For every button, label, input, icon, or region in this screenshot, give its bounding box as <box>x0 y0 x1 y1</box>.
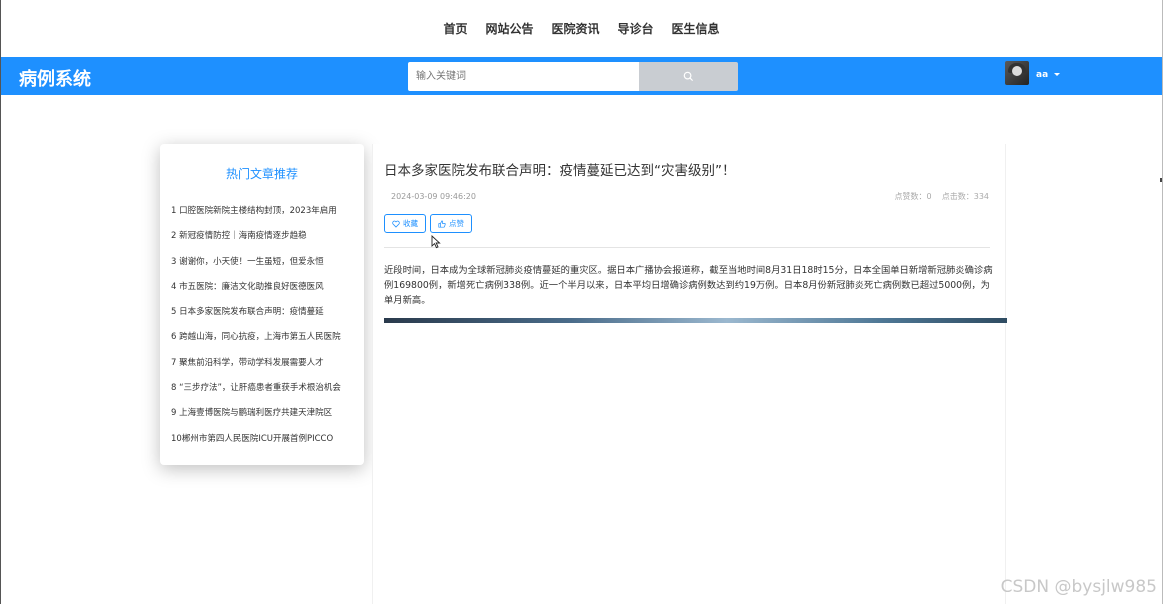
list-item[interactable]: 4 市五医院：廉洁文化助推良好医德医风 <box>171 280 351 305</box>
hot-articles-list: 1 口腔医院新院主楼结构封顶，2023年启用 2 新冠疫情防控｜海南疫情逐步趋稳… <box>171 204 351 457</box>
avatar[interactable] <box>1005 61 1029 85</box>
list-item[interactable]: 8 “三步疗法”，让肝癌患者重获手术根治机会 <box>171 381 351 406</box>
search-button[interactable] <box>639 62 738 91</box>
list-item[interactable]: 6 跨越山海，同心抗疫，上海市第五人民医院 <box>171 330 351 355</box>
nav-item-doctor-info[interactable]: 医生信息 <box>663 20 729 37</box>
article-actions: 收藏 点赞 <box>384 214 472 233</box>
header-bar: 病例系统 aa <box>1 57 1162 95</box>
mouse-cursor-icon <box>431 235 441 249</box>
scrollbar-mark <box>1160 178 1162 182</box>
list-item[interactable]: 3 谢谢你，小天使！一生虽短，但爱永恒 <box>171 255 351 280</box>
hot-articles-card: 热门文章推荐 1 口腔医院新院主楼结构封顶，2023年启用 2 新冠疫情防控｜海… <box>160 144 364 465</box>
divider <box>384 247 990 248</box>
article-date: 2024-03-09 09:46:20 <box>391 192 476 201</box>
list-item[interactable]: 9 上海壹博医院与鹏瑞利医疗共建天津院区 <box>171 406 351 431</box>
like-label: 点赞 <box>449 219 464 228</box>
site-logo[interactable]: 病例系统 <box>19 65 91 91</box>
chevron-down-icon[interactable] <box>1054 73 1060 76</box>
article-body: 近段时间，日本成为全球新冠肺炎疫情蔓延的重灾区。据日本广播协会报道称，截至当地时… <box>384 265 993 306</box>
article-panel: 日本多家医院发布联合声明：疫情蔓延已达到“灾害级别”！ 2024-03-09 0… <box>372 144 1007 604</box>
nav-item-guide-desk[interactable]: 导诊台 <box>609 20 663 37</box>
list-item[interactable]: 10郴州市第四人民医院ICU开展首例PICCO <box>171 432 351 457</box>
list-item[interactable]: 7 聚焦前沿科学，带动学科发展需要人才 <box>171 356 351 381</box>
list-item[interactable]: 2 新冠疫情防控｜海南疫情逐步趋稳 <box>171 229 351 254</box>
list-item[interactable]: 1 口腔医院新院主楼结构封顶，2023年启用 <box>171 204 351 229</box>
hot-articles-title: 热门文章推荐 <box>225 167 298 181</box>
nav-item-hospital-news[interactable]: 医院资讯 <box>542 20 608 37</box>
nav-item-home[interactable]: 首页 <box>434 20 476 37</box>
search-icon <box>683 71 694 82</box>
page: 首页 网站公告 医院资讯 导诊台 医生信息 病例系统 aa 热门文章推荐 1 口… <box>0 0 1163 604</box>
heart-icon <box>392 220 400 228</box>
watermark: CSDN @bysjlw985 <box>1000 577 1157 597</box>
favorite-button[interactable]: 收藏 <box>384 214 426 233</box>
list-item[interactable]: 5 日本多家医院发布联合声明：疫情蔓延 <box>171 305 351 330</box>
thumbs-up-icon <box>438 219 446 228</box>
article-title: 日本多家医院发布联合声明：疫情蔓延已达到“灾害级别”！ <box>384 163 736 179</box>
username-label[interactable]: aa <box>1036 70 1048 80</box>
top-nav: 首页 网站公告 医院资讯 导诊台 医生信息 <box>1 0 1162 57</box>
favorite-label: 收藏 <box>403 219 418 228</box>
article-image <box>384 318 1007 323</box>
like-button[interactable]: 点赞 <box>430 214 472 233</box>
nav-item-announcements[interactable]: 网站公告 <box>476 20 542 37</box>
article-stats: 点赞数：0 点击数：334 <box>894 192 989 201</box>
search-input[interactable] <box>408 62 639 91</box>
